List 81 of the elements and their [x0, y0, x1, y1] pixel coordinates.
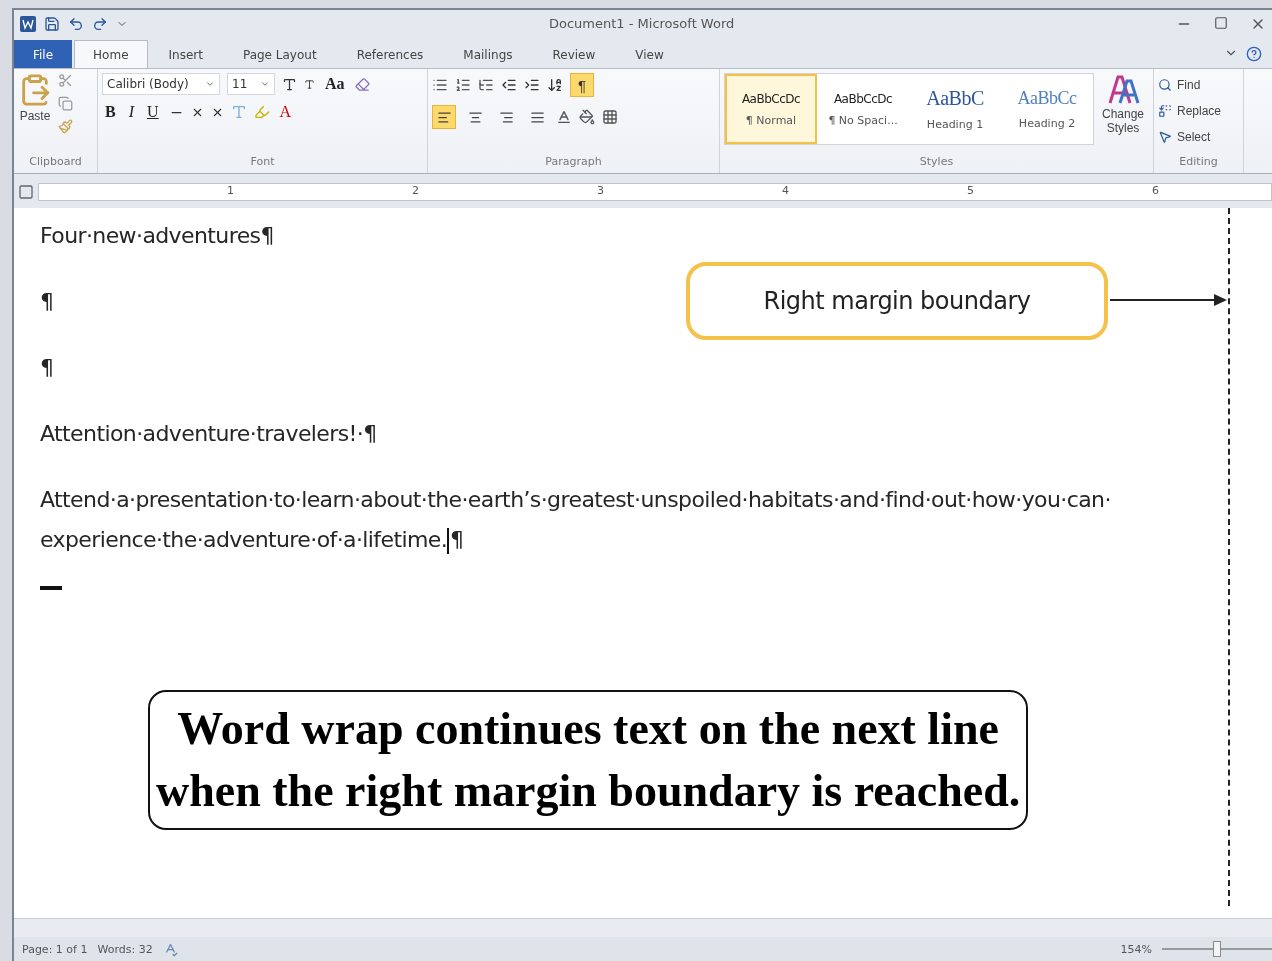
align-button[interactable]: [432, 105, 456, 129]
bold-button[interactable]: B: [102, 103, 119, 121]
sort-icon[interactable]: [547, 77, 563, 93]
ribbon-tab[interactable]: Insert: [149, 40, 222, 68]
copy-icon[interactable]: [58, 96, 73, 111]
bullets-icon[interactable]: [432, 77, 448, 93]
paste-button[interactable]: Paste: [18, 73, 52, 155]
ribbon-tab[interactable]: Home: [74, 40, 148, 68]
ribbon-tab[interactable]: References: [337, 40, 443, 68]
style-item[interactable]: AaBbCcDc ¶ No Spaci...: [817, 74, 909, 144]
page-count[interactable]: Page: 1 of 1: [22, 942, 88, 956]
ruler[interactable]: 1 2 3 4 5 6: [38, 183, 1272, 201]
document-paragraph: Attention·adventure·travelers!·¶: [40, 420, 377, 448]
ruler-number: 3: [597, 184, 604, 197]
group-label: Editing: [1178, 155, 1219, 170]
group-label: Styles: [918, 155, 955, 170]
restore-icon[interactable]: [1214, 16, 1228, 30]
dropdown-icon: [260, 79, 270, 89]
change-case-button[interactable]: Aa: [322, 75, 348, 93]
align-icon: [529, 109, 545, 125]
pointer-icon: [1158, 130, 1172, 144]
grow-font-icon[interactable]: [282, 76, 297, 92]
borders-icon[interactable]: [602, 109, 618, 125]
ribbon-tab[interactable]: View: [616, 40, 683, 68]
shading-icon[interactable]: [579, 109, 595, 125]
search-icon: [1158, 78, 1172, 92]
font-name-field[interactable]: Calibri (Body): [102, 73, 220, 95]
numbering-icon[interactable]: [455, 77, 471, 93]
document-paragraph: ¶: [40, 354, 54, 382]
ruler-number: 5: [967, 184, 974, 197]
ruler-number: 1: [227, 184, 234, 197]
increase-indent-icon[interactable]: [524, 77, 540, 93]
document-paragraph: Attend·a·presentation·to·learn·about·the·earth’s·greatest·unspoiled·habitats·and·find·out·how·you·can· experience·the·adventure·of·a·lifetime.¶: [40, 486, 1111, 556]
align-icon: [498, 109, 514, 125]
change-styles-button[interactable]: Change Styles: [1100, 73, 1147, 155]
ruler-number: 6: [1152, 184, 1159, 197]
ruler-number: 2: [412, 184, 419, 197]
undo-icon[interactable]: [68, 16, 84, 32]
font-color-button[interactable]: A: [276, 103, 295, 121]
editing-button[interactable]: Replace: [1158, 99, 1222, 123]
multilevel-list-icon[interactable]: [478, 77, 494, 93]
document-paragraph: ¶: [40, 288, 54, 316]
show-marks-button[interactable]: ¶: [570, 73, 594, 97]
group-label: Clipboard: [28, 155, 83, 170]
clear-formatting-icon[interactable]: [354, 76, 370, 92]
style-item[interactable]: AaBbCcDc ¶ Normal: [725, 74, 817, 144]
caption-text: Word wrap continues text on the next line when the right margin boundary is reached.: [148, 690, 1029, 830]
editing-button[interactable]: Find: [1158, 73, 1222, 97]
ribbon-tab[interactable]: File: [14, 40, 73, 68]
ribbon-tab[interactable]: Review: [533, 40, 615, 68]
style-item[interactable]: AaBbCc Heading 2: [1001, 74, 1093, 144]
help-icon[interactable]: [1246, 46, 1262, 62]
redo-icon[interactable]: [92, 16, 108, 32]
zoom-level[interactable]: 154%: [1120, 942, 1152, 956]
save-icon[interactable]: [44, 16, 60, 32]
window-title: Document1 - Microsoft Word: [549, 16, 735, 31]
editing-button[interactable]: Select: [1158, 125, 1222, 149]
shrink-font-icon[interactable]: [304, 78, 315, 90]
cut-icon[interactable]: [58, 73, 73, 88]
document-paragraph: Four·new·adventures¶: [40, 222, 274, 250]
word-logo-icon[interactable]: [20, 16, 36, 32]
horizontal-scrollbar[interactable]: [14, 918, 1272, 937]
align-icon: [467, 109, 483, 125]
dropdown-icon: [205, 79, 215, 89]
word-count[interactable]: Words: 32: [97, 942, 153, 956]
end-of-document-icon: [40, 586, 62, 590]
align-icon: [436, 109, 452, 125]
ribbon-tab[interactable]: Page Layout: [223, 40, 336, 68]
group-label: Paragraph: [544, 155, 603, 170]
ribbon-tab[interactable]: Mailings: [444, 40, 532, 68]
decrease-indent-icon[interactable]: [501, 77, 517, 93]
font-size-field[interactable]: 11: [227, 73, 275, 95]
tab-selector-icon[interactable]: [18, 184, 34, 200]
italic-button[interactable]: I: [125, 103, 137, 121]
underline-button[interactable]: U: [144, 103, 162, 121]
callout-label: Right margin boundary: [686, 262, 1108, 340]
document-page[interactable]: [14, 208, 1272, 918]
group-label: Font: [249, 155, 276, 170]
replace-icon: [1158, 104, 1172, 118]
style-item[interactable]: AaBbC Heading 1: [909, 74, 1001, 144]
ruler-number: 4: [782, 184, 789, 197]
